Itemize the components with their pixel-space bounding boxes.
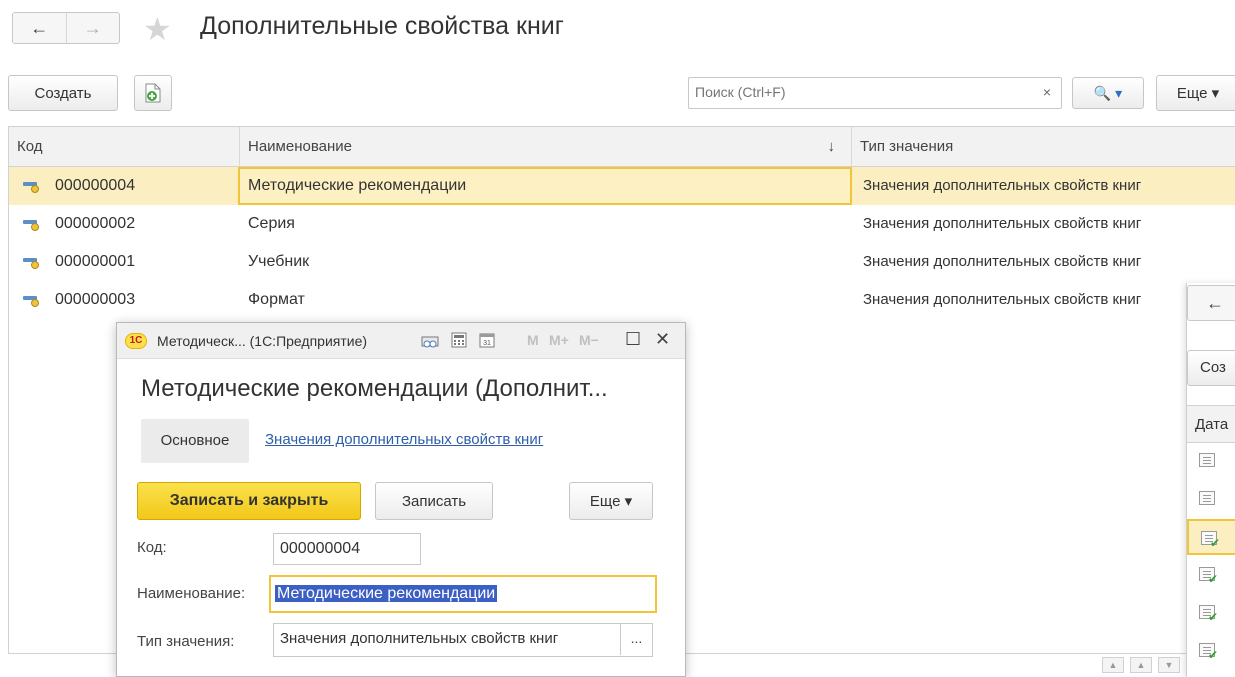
calendar-icon[interactable]: 31 [479, 332, 495, 351]
column-header-name-label: Наименование [248, 138, 352, 155]
navigation-buttons: ← → [12, 12, 120, 44]
tab-values-link[interactable]: Значения дополнительных свойств книг [265, 431, 543, 448]
create-button[interactable]: Создать [8, 75, 118, 111]
table-row[interactable]: 000000001 Учебник Значения дополнительны… [9, 243, 1235, 281]
app-logo-icon: 1С [125, 333, 147, 349]
list-item[interactable]: ✔ [1187, 595, 1235, 631]
code-field[interactable]: 000000004 [273, 533, 421, 565]
calculator-icon[interactable] [451, 332, 467, 351]
memory-minus-icon[interactable]: M− [579, 332, 599, 348]
column-header-date[interactable]: Дата [1187, 405, 1235, 443]
add-document-icon [145, 83, 161, 103]
save-button[interactable]: Записать [375, 482, 493, 520]
type-field-value: Значения дополнительных свойств книг [280, 630, 559, 647]
property-icon [23, 255, 41, 269]
cell-type: Значения дополнительных свойств книг [863, 215, 1142, 232]
code-label: Код: [137, 539, 167, 556]
maximize-icon[interactable]: ☐ [625, 329, 641, 350]
cell-type: Значения дополнительных свойств книг [863, 253, 1142, 270]
page-title: Дополнительные свойства книг [200, 12, 564, 40]
more-button[interactable]: Еще ▾ [1156, 75, 1235, 111]
scroll-down-icon[interactable]: ▼ [1158, 657, 1180, 673]
table-row[interactable]: 000000003 Формат Значения дополнительных… [9, 281, 1235, 319]
cell-type: Значения дополнительных свойств книг [863, 291, 1142, 308]
search-input[interactable]: × [688, 77, 1062, 109]
window-title: Методическ... (1С:Предприятие) [157, 333, 368, 349]
forward-button[interactable]: → [65, 13, 120, 43]
clear-search-icon[interactable]: × [1043, 84, 1051, 100]
choose-button[interactable]: ... [620, 624, 652, 655]
back-button[interactable]: ← [1187, 285, 1235, 321]
table-header: Код Наименование ↓ Тип значения [9, 127, 1235, 167]
column-header-code[interactable]: Код [9, 127, 239, 167]
table-row[interactable]: 000000004 Методические рекомендации Знач… [9, 167, 1235, 205]
cell-type: Значения дополнительных свойств книг [863, 177, 1142, 194]
list-item[interactable]: ✔ [1187, 633, 1235, 669]
cell-code: 000000003 [55, 291, 136, 308]
column-header-type[interactable]: Тип значения [851, 127, 1235, 167]
print-preview-icon[interactable] [421, 332, 439, 351]
sort-arrow-icon: ↓ [827, 138, 836, 155]
type-field[interactable]: Значения дополнительных свойств книг ... [273, 623, 653, 657]
list-item[interactable]: ✔ [1187, 519, 1235, 555]
property-icon [23, 293, 41, 307]
posted-document-icon: ✔ [1199, 643, 1218, 661]
cell-code: 000000001 [55, 253, 136, 270]
posted-document-icon: ✔ [1199, 567, 1218, 585]
svg-text:31: 31 [483, 340, 491, 347]
cell-name: Методические рекомендации [238, 167, 852, 205]
list-item[interactable] [1187, 443, 1235, 479]
name-label: Наименование: [137, 585, 246, 602]
column-header-name[interactable]: Наименование ↓ [239, 127, 851, 167]
document-icon [1199, 491, 1215, 505]
tab-main[interactable]: Основное [141, 419, 249, 463]
search-button[interactable]: 🔍 ▾ [1072, 77, 1144, 109]
memory-icon[interactable]: M [527, 332, 539, 348]
property-icon [23, 217, 41, 231]
cell-code: 000000002 [55, 215, 136, 232]
type-label: Тип значения: [137, 633, 235, 650]
scroll-up-icon[interactable]: ▲ [1130, 657, 1152, 673]
posted-document-icon: ✔ [1199, 605, 1218, 623]
create-button[interactable]: Соз [1187, 350, 1235, 386]
close-icon[interactable]: ✕ [655, 329, 670, 350]
cell-name: Серия [248, 215, 295, 232]
background-window: ← Соз Дата ✔ ✔ ✔ ✔ [1186, 283, 1235, 677]
arrow-right-icon: → [83, 17, 102, 38]
list-item[interactable] [1187, 481, 1235, 517]
form-heading: Методические рекомендации (Дополнит... [141, 375, 608, 402]
property-icon [23, 179, 41, 193]
favorite-star-icon[interactable]: ★ [143, 10, 172, 48]
window-titlebar[interactable]: 1С Методическ... (1С:Предприятие) 31 M M… [117, 323, 685, 359]
name-field-value: Методические рекомендации [275, 585, 498, 602]
save-and-close-button[interactable]: Записать и закрыть [137, 482, 361, 520]
arrow-left-icon: ← [30, 17, 49, 38]
memory-plus-icon[interactable]: M+ [549, 332, 569, 348]
cell-name: Формат [248, 291, 305, 308]
name-field[interactable]: Методические рекомендации [269, 575, 657, 613]
cell-name: Учебник [248, 253, 310, 270]
create-copy-button[interactable] [134, 75, 172, 111]
list-item[interactable]: ✔ [1187, 557, 1235, 593]
table-row[interactable]: 000000002 Серия Значения дополнительных … [9, 205, 1235, 243]
search-text[interactable] [695, 84, 1015, 100]
scroll-top-icon[interactable]: ▲ [1102, 657, 1124, 673]
more-button[interactable]: Еще ▾ [569, 482, 653, 520]
back-button[interactable]: ← [13, 13, 66, 43]
posted-document-icon: ✔ [1201, 531, 1220, 549]
property-edit-window: 1С Методическ... (1С:Предприятие) 31 M M… [116, 322, 686, 677]
table-scroll-buttons: ▲ ▲ ▼ [1102, 657, 1192, 677]
cell-code: 000000004 [55, 177, 136, 194]
document-icon [1199, 453, 1215, 467]
